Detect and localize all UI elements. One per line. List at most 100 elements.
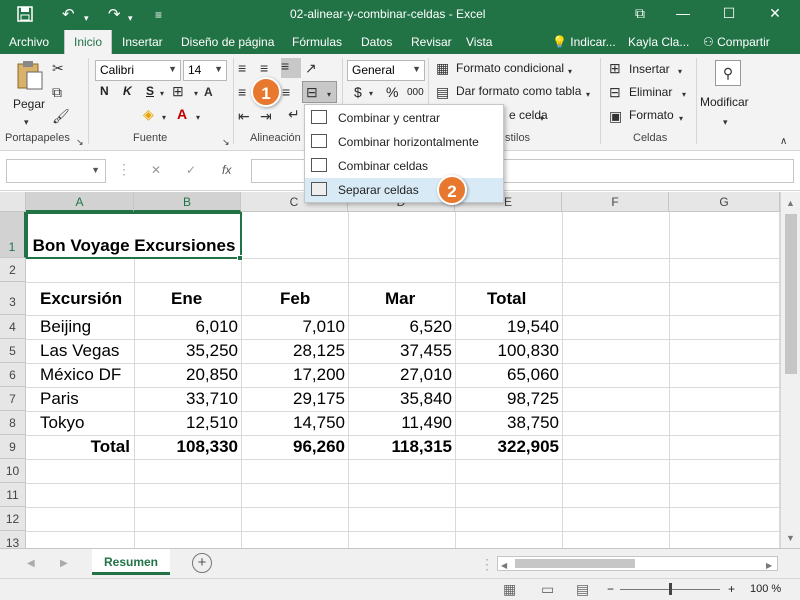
row-header-5[interactable]: 5 [0,339,26,363]
add-sheet-button[interactable]: + [192,553,212,573]
tell-me-box[interactable]: 💡 Indicar... [552,35,616,49]
fill-color-dropdown-icon[interactable]: ▾ [162,110,166,126]
insert-function-icon[interactable]: fx [222,163,231,177]
page-break-icon[interactable]: ▤ [576,581,589,597]
menu-item-combinar-centrar[interactable]: Combinar y centrar [305,106,503,130]
thousands-button[interactable]: 000 [407,87,424,98]
chevron-down-icon[interactable]: ▾ [723,114,728,130]
resize-handle-icon[interactable]: ⋮ [117,161,131,177]
row-header-4[interactable]: 4 [0,315,26,339]
cell-value[interactable]: 19,540 [455,317,559,337]
total-value[interactable]: 108,330 [134,437,238,457]
row-header-8[interactable]: 8 [0,411,26,435]
cell-value[interactable]: 14,750 [241,413,345,433]
header-total[interactable]: Total [487,289,526,309]
cell-city[interactable]: Tokyo [40,413,84,433]
align-middle-icon[interactable]: ≡ [260,60,268,76]
bold-button[interactable]: N [100,84,109,98]
tab-inicio[interactable]: Inicio [64,30,113,54]
scroll-thumb[interactable] [785,214,797,374]
col-header-g[interactable]: G [669,192,780,212]
menu-item-combinar-horizontal[interactable]: Combinar horizontalmente [305,130,503,154]
vertical-scrollbar[interactable]: ▲ ▼ [780,192,800,548]
cell-value[interactable]: 98,725 [455,389,559,409]
tab-datos[interactable]: Datos [361,35,392,49]
wrap-text-icon[interactable]: ↵ [288,106,300,122]
cell-city[interactable]: Paris [40,389,79,409]
cell-city[interactable]: Beijing [40,317,91,337]
zoom-out-button[interactable]: − [607,582,614,596]
chevron-down-icon[interactable]: ▾ [540,111,544,127]
minimize-button[interactable]: — [668,5,698,21]
format-cells-button[interactable]: Formato [629,108,674,122]
col-header-a[interactable]: A [26,192,134,212]
scroll-up-icon[interactable]: ▲ [786,195,795,211]
cell-value[interactable]: 11,490 [348,413,452,433]
scroll-thumb[interactable] [515,559,635,568]
header-excursion[interactable]: Excursión [40,289,122,309]
cell-value[interactable]: 6,520 [348,317,452,337]
tab-diseno-pagina[interactable]: Diseño de página [181,35,274,49]
cell-value[interactable]: 37,455 [348,341,452,361]
undo-dropdown-icon[interactable]: ▾ [84,9,89,27]
col-header-b[interactable]: B [134,192,241,212]
next-sheet-icon[interactable]: ▶ [60,556,68,572]
prev-sheet-icon[interactable]: ◀ [27,556,35,572]
tab-archivo[interactable]: Archivo [9,35,49,49]
tab-revisar[interactable]: Revisar [411,35,452,49]
copy-icon[interactable]: ⧉ [52,84,62,100]
row-header-9[interactable]: 9 [0,435,26,459]
format-cells-icon[interactable]: ▣ [609,108,622,124]
scroll-right-icon[interactable]: ▶ [766,558,772,574]
dialog-launcher-icon[interactable]: ↘ [222,134,230,150]
paste-label[interactable]: Pegar [13,97,45,111]
fill-color-icon[interactable]: ◈ [143,106,154,122]
row-header-3[interactable]: 3 [0,282,26,315]
align-left-icon[interactable]: ≡ [238,84,246,100]
align-bottom-icon[interactable]: ≡ [281,58,301,78]
user-name[interactable]: Kayla Cla... [628,35,689,49]
header-mar[interactable]: Mar [385,289,415,309]
chevron-down-icon[interactable]: ▾ [568,64,572,80]
chevron-down-icon[interactable]: ▾ [586,87,590,103]
restore-ribbon-button[interactable]: ⧉ [625,5,655,22]
borders-dropdown-icon[interactable]: ▾ [194,86,198,102]
total-value[interactable]: 96,260 [241,437,345,457]
currency-button[interactable]: $ [354,84,362,100]
menu-item-combinar-celdas[interactable]: Combinar celdas [305,154,503,178]
cell-value[interactable]: 35,250 [134,341,238,361]
borders-icon[interactable]: ⊞ [172,83,184,99]
col-header-f[interactable]: F [562,192,669,212]
cell-city[interactable]: México DF [40,365,121,385]
row-header-12[interactable]: 12 [0,507,26,531]
cut-icon[interactable]: ✂ [52,60,64,76]
chevron-down-icon[interactable]: ▾ [682,87,686,103]
cell-city[interactable]: Las Vegas [40,341,119,361]
delete-cells-icon[interactable]: ⊟ [609,84,621,100]
page-layout-icon[interactable]: ▭ [541,581,554,597]
row-header-10[interactable]: 10 [0,459,26,483]
sheet-title[interactable]: Bon Voyage Excursiones [26,236,242,256]
row-header-1[interactable]: 1 [0,212,26,258]
cell-value[interactable]: 20,850 [134,365,238,385]
cell-value[interactable]: 100,830 [455,341,559,361]
name-box[interactable]: ▼ [6,159,106,183]
tab-vista[interactable]: Vista [466,35,492,49]
currency-dropdown-icon[interactable]: ▾ [369,86,373,102]
undo-icon[interactable]: ↶ [62,6,75,24]
redo-icon[interactable]: ↷ [108,6,121,24]
number-format-combo[interactable]: General ▼ [347,60,425,81]
cell-value[interactable]: 6,010 [134,317,238,337]
font-size-combo[interactable]: 14 ▼ [183,60,227,81]
table-format-icon[interactable]: ▤ [436,84,449,100]
enter-icon[interactable]: ✓ [186,163,196,177]
underline-button[interactable]: S [146,84,154,98]
format-painter-icon[interactable]: 🖌 [52,108,70,124]
cell-value[interactable]: 12,510 [134,413,238,433]
row-header-2[interactable]: 2 [0,258,26,282]
save-icon[interactable] [17,6,33,27]
cell-value[interactable]: 65,060 [455,365,559,385]
dialog-launcher-icon[interactable]: ↘ [76,134,84,150]
grow-font-icon[interactable]: A [204,84,213,100]
align-right-icon[interactable]: ≡ [282,84,290,100]
